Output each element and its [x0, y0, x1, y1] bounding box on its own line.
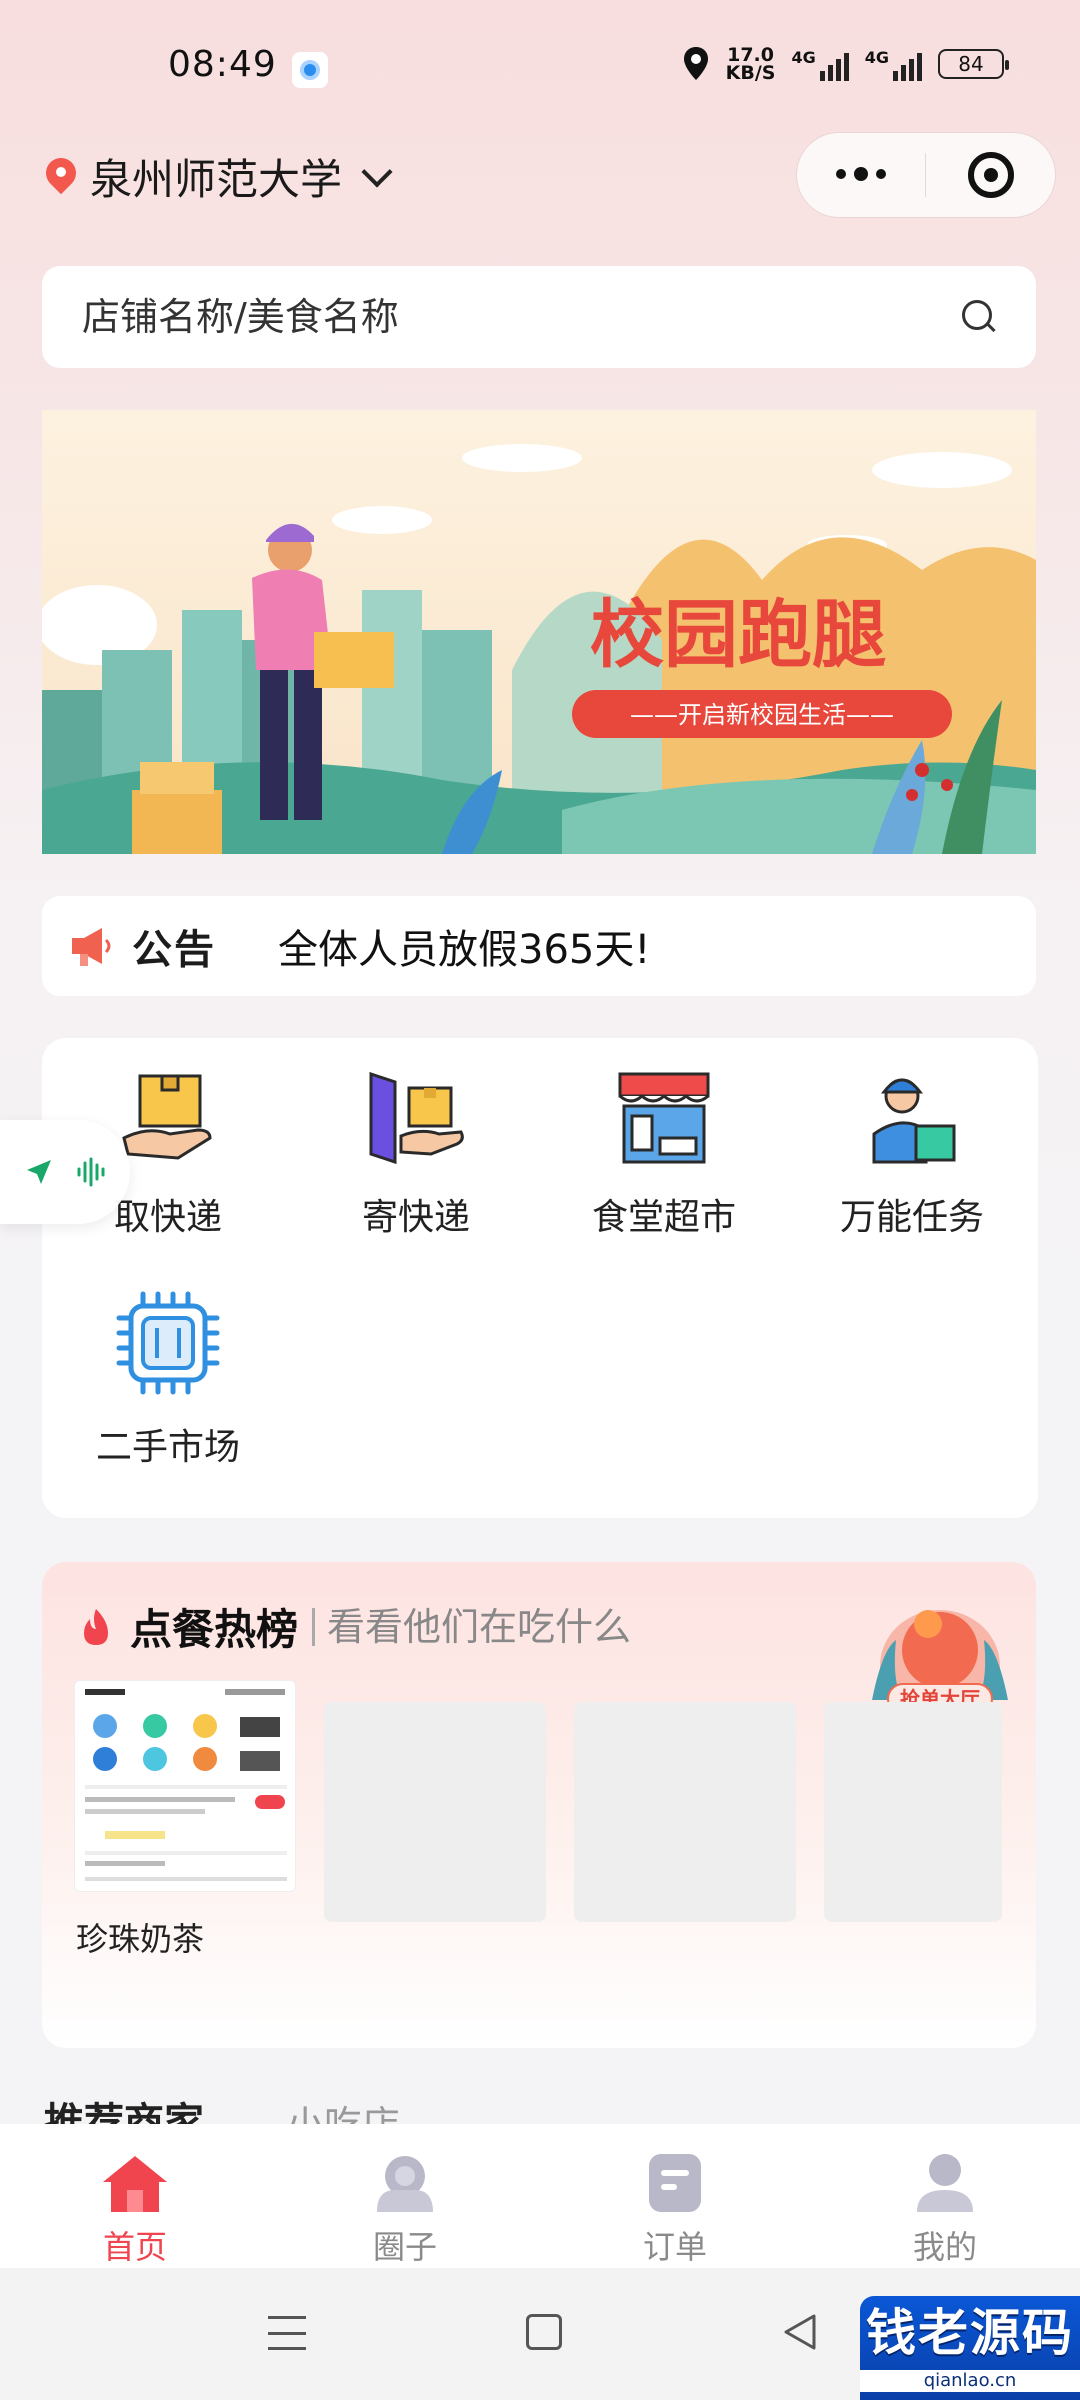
back-icon[interactable] — [780, 2312, 820, 2352]
home-icon — [103, 2156, 167, 2212]
close-miniprogram-icon[interactable] — [926, 152, 1055, 198]
courier-icon — [872, 1078, 956, 1164]
tab-label: 首页 — [102, 2228, 167, 2266]
banner-subtitle: ——开启新校园生活—— — [630, 701, 894, 729]
sim2-label: 4G — [864, 47, 889, 67]
search-input[interactable] — [82, 295, 962, 339]
home-button-icon[interactable] — [526, 2314, 562, 2350]
hot-list-subtitle: 看看他们在吃什么 — [312, 1607, 631, 1646]
service-canteen[interactable]: 食堂超市 — [544, 1068, 784, 1240]
banner-illustration: 校园跑腿 ——开启新校园生活—— — [42, 444, 1036, 854]
flame-icon — [84, 1608, 108, 1645]
tab-label: 圈子 — [372, 2228, 437, 2266]
megaphone-icon — [72, 928, 111, 966]
notice-bar[interactable]: 公告 全体人员放假365天! — [42, 896, 1036, 996]
bottom-tabbar: 首页 圈子 订单 我的 — [0, 2124, 1080, 2268]
package-send-icon — [369, 1071, 464, 1165]
net-speed-unit: KB/S — [725, 62, 776, 84]
watermark-logo: 钱老源码 qianlao.cn — [860, 2296, 1080, 2400]
notice-text: 全体人员放假365天! — [278, 927, 651, 973]
tab-profile[interactable]: 我的 — [810, 2124, 1080, 2268]
service-send[interactable]: 寄快递 — [296, 1068, 536, 1240]
search-bar[interactable] — [42, 266, 1036, 368]
search-icon[interactable] — [962, 300, 996, 334]
status-indicators: 17.0 KB/S 4G 4G 84 — [682, 46, 1009, 84]
status-time: 08:49 — [168, 44, 277, 85]
order-icon — [649, 2154, 701, 2212]
tab-label: 我的 — [912, 2228, 977, 2266]
service-secondhand[interactable]: 二手市场 — [48, 1288, 288, 1470]
service-task[interactable]: 万能任务 — [792, 1068, 1032, 1240]
service-label: 寄快递 — [361, 1197, 470, 1238]
tab-label: 订单 — [642, 2228, 707, 2266]
recent-apps-icon[interactable] — [268, 2316, 306, 2350]
notice-label: 公告 — [132, 927, 216, 973]
location-selector[interactable]: 泉州师范大学 — [46, 146, 393, 207]
tab-orders[interactable]: 订单 — [540, 2124, 810, 2268]
package-pickup-icon — [122, 1074, 212, 1160]
hot-item[interactable] — [74, 1680, 296, 1900]
service-label: 二手市场 — [95, 1427, 240, 1468]
banner-carousel[interactable]: 校园跑腿 ——开启新校园生活—— — [42, 410, 1036, 854]
watermark-sub: qianlao.cn — [860, 2370, 1080, 2392]
miniprogram-capsule — [796, 132, 1056, 218]
chip-market-icon — [116, 1291, 220, 1395]
voice-wave-icon[interactable] — [75, 1157, 105, 1187]
hot-list-title: 点餐热榜 — [130, 1605, 299, 1654]
signal-2: 4G — [865, 48, 922, 81]
service-label: 食堂超市 — [591, 1197, 736, 1238]
service-label: 万能任务 — [839, 1197, 984, 1238]
navigation-arrow-icon[interactable] — [25, 1158, 53, 1186]
hot-list-card: 点餐热榜 看看他们在吃什么 抢单大厅 珍珠奶茶 — [42, 1562, 1036, 2048]
watermark-main: 钱老源码 — [866, 2304, 1074, 2362]
services-grid: 取快递 寄快递 食堂超市 万能任务 二手市场 — [42, 1038, 1038, 1518]
hot-item-thumbnail — [74, 1680, 296, 1892]
signal-bars-icon — [893, 51, 922, 81]
net-speed: 17.0 KB/S — [725, 46, 776, 84]
more-icon[interactable] — [797, 167, 925, 181]
app-notification-icon — [292, 52, 328, 88]
sim1-label: 4G — [791, 47, 816, 67]
location-name: 泉州师范大学 — [90, 155, 343, 204]
profile-icon — [917, 2154, 973, 2212]
hot-item-placeholder — [324, 1702, 546, 1922]
tab-circle[interactable]: 圈子 — [270, 2124, 540, 2268]
tab-home[interactable]: 首页 — [0, 2124, 270, 2268]
hot-list-header: 点餐热榜 看看他们在吃什么 — [78, 1596, 631, 1657]
hot-item-name: 珍珠奶茶 — [76, 1920, 205, 1958]
floating-toolbar[interactable] — [0, 1120, 130, 1224]
location-pin-icon — [46, 158, 76, 196]
signal-1: 4G — [791, 47, 849, 81]
hot-item-placeholder — [574, 1702, 796, 1922]
circle-icon — [377, 2156, 433, 2212]
banner-title: 校园跑腿 — [590, 592, 886, 678]
hot-item-placeholder — [824, 1702, 1002, 1922]
store-icon — [618, 1072, 710, 1164]
signal-bars-icon — [819, 51, 849, 81]
location-status-icon — [683, 47, 708, 80]
chevron-down-icon — [361, 155, 393, 188]
battery-icon: 84 — [938, 49, 1009, 79]
